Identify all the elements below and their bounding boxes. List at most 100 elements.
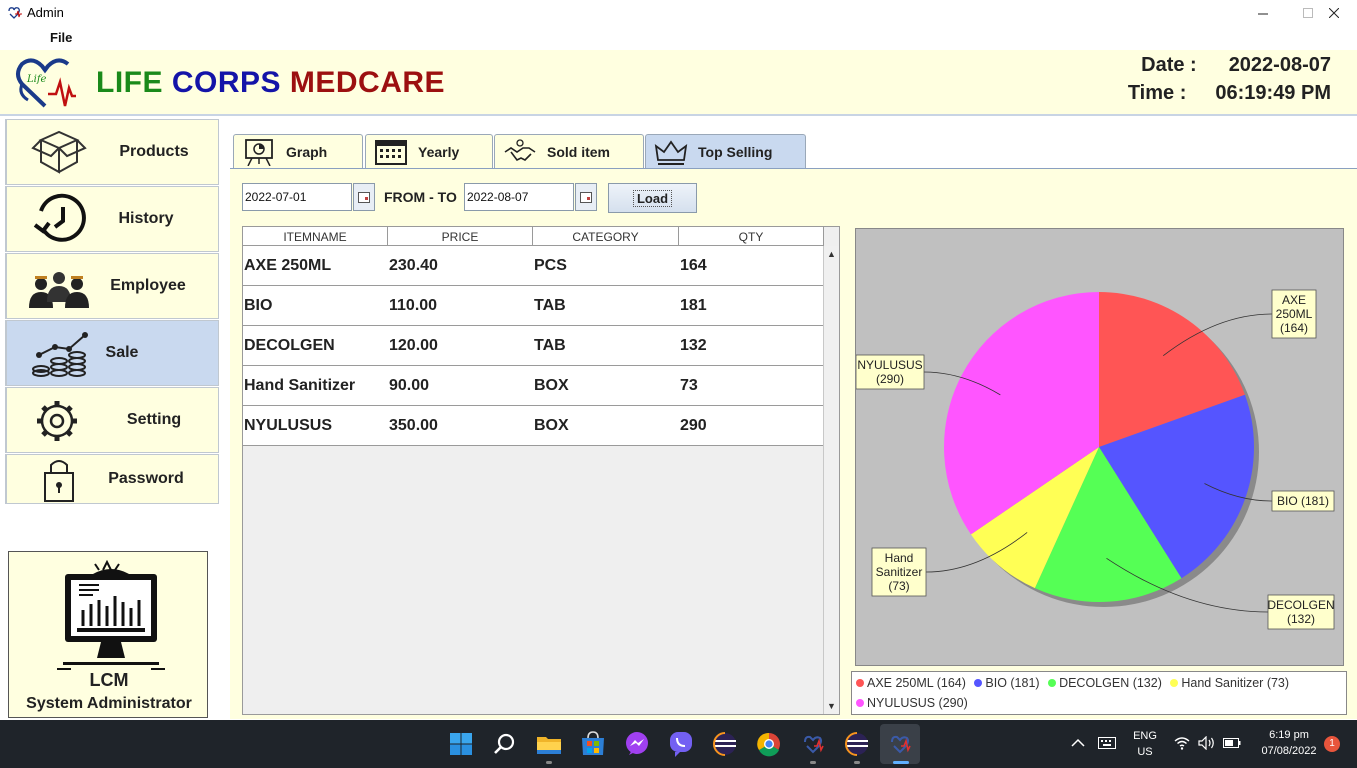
table-row[interactable]: NYULUSUS 350.00 BOX 290 [243, 406, 824, 446]
chrome-icon[interactable] [753, 728, 785, 760]
date-label: Date : [1141, 54, 1197, 76]
cell-itemname: AXE 250ML [244, 257, 332, 274]
close-button[interactable] [1311, 0, 1357, 26]
file-explorer-icon[interactable] [533, 728, 565, 760]
wifi-icon[interactable] [1174, 736, 1190, 750]
tab-top-selling[interactable]: Top Selling [645, 134, 806, 169]
date-value: 2022-08-07 [1228, 54, 1331, 76]
java-app-icon[interactable] [797, 728, 829, 760]
table-row[interactable]: Hand Sanitizer 90.00 BOX 73 [243, 366, 824, 406]
tray-language[interactable]: ENG [1128, 730, 1162, 742]
column-header-qty[interactable]: QTY [679, 227, 824, 246]
tab-yearly[interactable]: Yearly [365, 134, 493, 169]
brand-word-medcare: MEDCARE [289, 66, 446, 99]
tab-label: Sold item [547, 144, 611, 160]
legend-item: NYULUSUS (290) [856, 696, 968, 710]
table-header: ITEMNAME PRICE CATEGORY QTY [243, 227, 824, 246]
monitor-chart-icon [57, 560, 165, 670]
table-row[interactable]: BIO 110.00 TAB 181 [243, 286, 824, 326]
volume-icon[interactable] [1198, 736, 1216, 750]
legend-label: NYULUSUS (290) [867, 696, 968, 710]
legend-swatch [1048, 679, 1057, 687]
sidebar-item-products[interactable]: Products [5, 119, 219, 185]
to-date-input[interactable] [464, 183, 574, 211]
running-indicator [893, 761, 909, 764]
tab-sold-item[interactable]: Sold item [494, 134, 644, 169]
legend-label: AXE 250ML (164) [867, 676, 966, 690]
cell-category: TAB [534, 297, 566, 314]
close-icon [1329, 8, 1339, 18]
tab-label: Top Selling [698, 144, 773, 160]
column-header-price[interactable]: PRICE [388, 227, 533, 246]
legend-swatch [856, 699, 864, 707]
scroll-down-arrow-icon[interactable]: ▼ [824, 698, 839, 714]
scroll-up-arrow-icon[interactable]: ▲ [824, 246, 839, 262]
table-row[interactable]: AXE 250ML 230.40 PCS 164 [243, 246, 824, 286]
from-to-label: FROM - TO [384, 189, 457, 205]
running-indicator [810, 761, 816, 764]
sidebar-item-sale[interactable]: Sale [5, 320, 219, 386]
sidebar-item-history[interactable]: History [5, 186, 219, 252]
tab-graph[interactable]: Graph [233, 134, 363, 169]
legend-line: NYULUSUS (290) [856, 696, 973, 710]
from-date-input[interactable] [242, 183, 352, 211]
lock-icon [44, 460, 74, 502]
tab-label: Yearly [418, 144, 460, 160]
menu-bar: File [0, 26, 1357, 50]
handshake-icon [504, 139, 536, 162]
cell-itemname: BIO [244, 297, 273, 314]
column-header-itemname[interactable]: ITEMNAME [243, 227, 388, 246]
callout-label: DECOLGEN [1267, 598, 1334, 612]
messenger-icon[interactable] [621, 728, 653, 760]
to-date-picker-button[interactable] [575, 183, 597, 211]
sidebar-item-label: Sale [105, 344, 139, 361]
search-icon[interactable] [489, 728, 521, 760]
legend-line: AXE 250ML (164) BIO (181) DECOLGEN (132)… [856, 676, 1294, 690]
tray-date[interactable]: 07/08/2022 [1258, 745, 1320, 757]
callout-label: NYULUSUS [857, 358, 922, 372]
load-button[interactable]: Load [608, 183, 697, 213]
legend-label: BIO (181) [985, 676, 1040, 690]
sidebar-item-password[interactable]: Password [5, 454, 219, 504]
java-app-icon[interactable] [884, 728, 916, 760]
time-value: 06:19:49 PM [1215, 82, 1331, 104]
menu-file[interactable]: File [50, 30, 72, 45]
sidebar-item-employee[interactable]: Employee [5, 253, 219, 319]
cell-price: 120.00 [389, 337, 438, 354]
cell-category: TAB [534, 337, 566, 354]
gear-icon [37, 401, 77, 441]
cell-qty: 132 [680, 337, 707, 354]
keyboard-icon[interactable] [1098, 737, 1116, 749]
from-date-picker-button[interactable] [353, 183, 375, 211]
column-header-category[interactable]: CATEGORY [533, 227, 679, 246]
cell-qty: 181 [680, 297, 707, 314]
viber-icon[interactable] [665, 728, 697, 760]
cell-itemname: DECOLGEN [244, 337, 335, 354]
microsoft-store-icon[interactable] [577, 728, 609, 760]
battery-icon[interactable] [1223, 737, 1241, 749]
notification-badge[interactable]: 1 [1324, 736, 1340, 752]
eclipse-icon[interactable] [841, 728, 873, 760]
table-row[interactable]: DECOLGEN 120.00 TAB 132 [243, 326, 824, 366]
crown-icon [654, 140, 688, 165]
cell-price: 230.40 [389, 257, 438, 274]
sidebar-item-label: Password [108, 470, 184, 487]
sidebar-item-label: Setting [126, 411, 182, 428]
chevron-up-icon[interactable] [1071, 738, 1085, 748]
calendar-icon [580, 192, 592, 203]
tray-region[interactable]: US [1128, 746, 1162, 758]
legend-item: AXE 250ML (164) [856, 676, 966, 690]
profile-role: System Administrator [26, 695, 192, 712]
tray-time[interactable]: 6:19 pm [1258, 729, 1320, 741]
eclipse-icon[interactable] [709, 728, 741, 760]
app-header: Life LIFE CORPS MEDCARE Date : 2022-08-0… [0, 50, 1357, 116]
windows-start-icon[interactable] [445, 728, 477, 760]
sidebar-item-setting[interactable]: Setting [5, 387, 219, 453]
callout-label: (164) [1280, 321, 1308, 335]
sidebar-item-label: Employee [110, 277, 186, 294]
heart-pulse-logo-icon: Life [16, 58, 76, 108]
admin-profile-card: LCM System Administrator [8, 551, 208, 718]
table-vertical-scrollbar[interactable]: ▲ ▼ [823, 246, 839, 714]
minimize-button[interactable] [1240, 0, 1286, 26]
brand-word-life: LIFE [96, 66, 163, 99]
